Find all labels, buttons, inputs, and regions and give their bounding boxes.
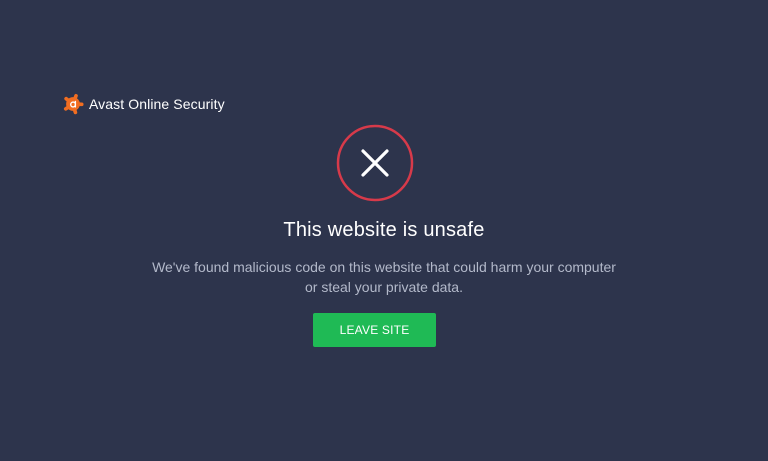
close-icon xyxy=(336,124,414,202)
brand-name: Avast Online Security xyxy=(89,96,225,112)
brand-header: Avast Online Security xyxy=(62,93,225,115)
leave-site-button[interactable]: LEAVE SITE xyxy=(313,313,436,347)
unsafe-alert-icon xyxy=(336,124,414,202)
avast-logo-icon xyxy=(63,93,84,115)
warning-message: We've found malicious code on this websi… xyxy=(152,259,616,295)
page-title: This website is unsafe xyxy=(283,219,485,241)
